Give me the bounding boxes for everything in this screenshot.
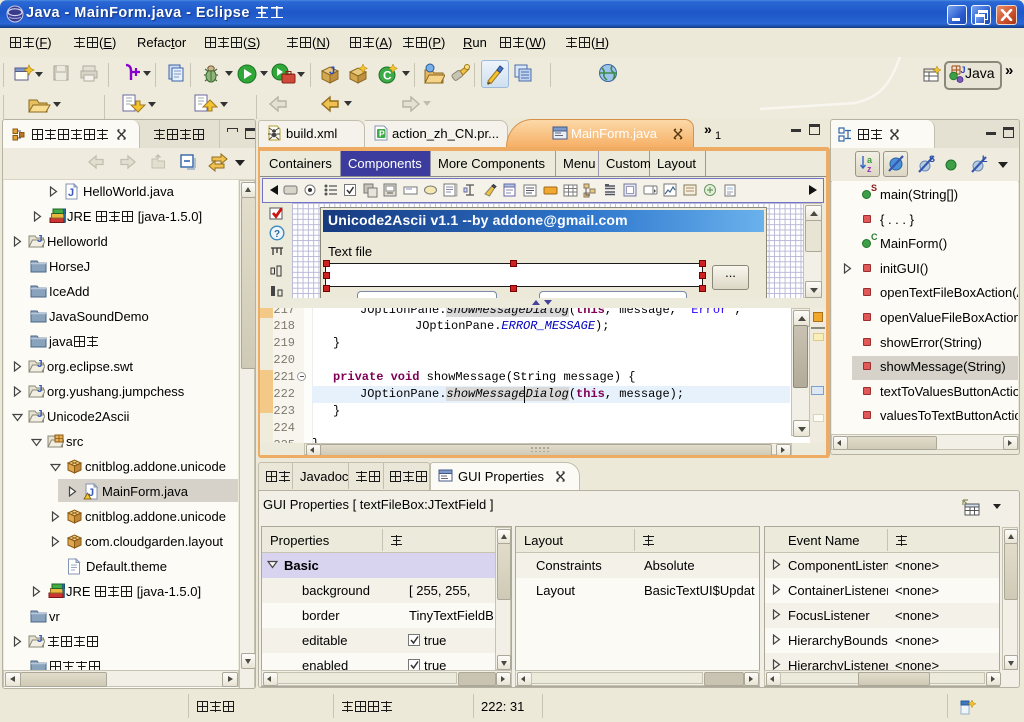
svg-text:J: J [37,234,43,245]
svg-text:J: J [37,359,43,370]
svg-text:?: ? [274,229,280,240]
svg-text:J: J [37,634,43,645]
svg-text:J: J [37,409,43,420]
svg-text:P: P [379,129,385,139]
svg-text:J: J [68,187,74,199]
svg-text:L: L [982,154,988,164]
svg-text:J: J [329,65,335,77]
svg-text:S: S [929,154,935,164]
svg-text:J: J [37,384,43,395]
svg-text:C: C [383,69,392,83]
svg-text:z: z [867,164,872,174]
